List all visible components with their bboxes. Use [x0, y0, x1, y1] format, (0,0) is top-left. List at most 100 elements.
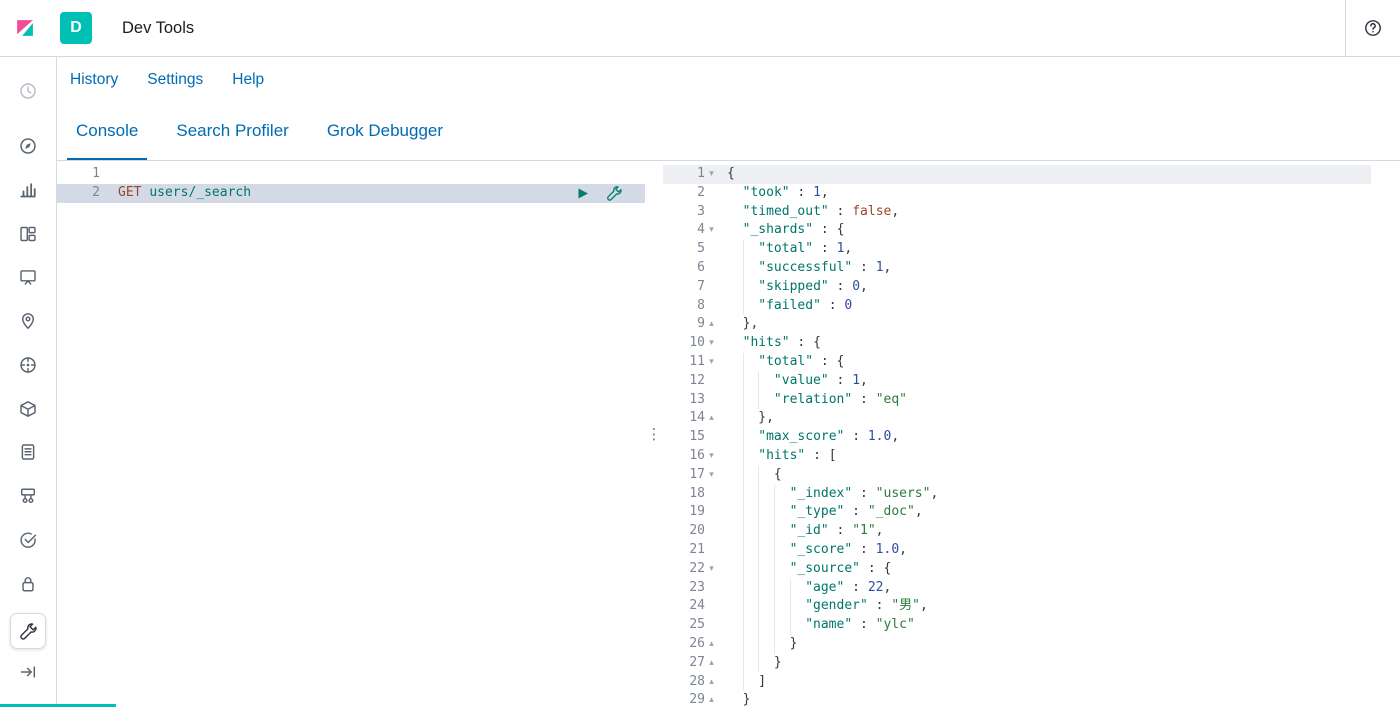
sidebar-item-uptime[interactable] — [12, 526, 44, 555]
discover-icon — [19, 137, 37, 155]
fold-toggle-icon[interactable]: ▾ — [705, 560, 718, 579]
sidebar-item-logs[interactable] — [12, 438, 44, 467]
send-request-button[interactable] — [574, 184, 592, 202]
sidebar-item-recently-viewed[interactable] — [12, 77, 44, 106]
sidebar-item-maps[interactable] — [12, 307, 44, 336]
response-line[interactable]: 9 ▴ }, — [663, 315, 1371, 334]
panel-resizer-handle[interactable]: ⋮ — [647, 425, 662, 443]
sidebar-item-dashboard[interactable] — [12, 219, 44, 248]
request-options-button[interactable] — [605, 184, 623, 202]
response-line[interactable]: 26 ▴ } — [663, 635, 1371, 654]
help-icon[interactable] — [1364, 19, 1382, 37]
sidebar-item-expand-nav[interactable] — [12, 656, 44, 688]
response-line-text: ] — [718, 673, 1371, 692]
response-line[interactable]: 15 "max_score" : 1.0, — [663, 428, 1371, 447]
line-number: 14 ▴ — [663, 409, 718, 428]
fold-toggle-icon — [705, 616, 718, 635]
app-sidebar — [0, 57, 57, 707]
line-number: 6 — [663, 259, 718, 278]
response-line[interactable]: 1 ▾ { — [663, 165, 1371, 184]
response-line-text: "relation" : "eq" — [718, 391, 1371, 410]
line-number: 22 ▾ — [663, 560, 718, 579]
response-line[interactable]: 2 "took" : 1, — [663, 184, 1371, 203]
response-line[interactable]: 10 ▾ "hits" : { — [663, 334, 1371, 353]
response-line[interactable]: 11 ▾ "total" : { — [663, 353, 1371, 372]
line-number: 20 — [663, 522, 718, 541]
devtools-main: History Settings Help Console Search Profil… — [57, 57, 1400, 707]
response-line[interactable]: 18 "_index" : "users", — [663, 485, 1371, 504]
fold-toggle-icon[interactable]: ▾ — [705, 165, 718, 184]
request-line[interactable]: 1 — [57, 165, 645, 184]
menu-item-settings[interactable]: Settings — [147, 71, 203, 89]
response-line[interactable]: 17 ▾ { — [663, 466, 1371, 485]
fold-toggle-icon[interactable]: ▾ — [705, 221, 718, 240]
fold-toggle-icon — [705, 297, 718, 316]
response-line[interactable]: 25 "name" : "ylc" — [663, 616, 1371, 635]
line-number: 3 — [663, 203, 718, 222]
response-line-text: "took" : 1, — [742, 184, 829, 200]
fold-toggle-icon — [705, 278, 718, 297]
kibana-logo-icon[interactable] — [16, 19, 34, 37]
request-line[interactable]: 2 GET users/_search — [57, 183, 645, 203]
response-line[interactable]: 5 "total" : 1, — [663, 240, 1371, 259]
sidebar-item-machine-learning[interactable] — [12, 351, 44, 380]
response-line[interactable]: 21 "_score" : 1.0, — [663, 541, 1371, 560]
sidebar-item-apm[interactable] — [12, 482, 44, 511]
sidebar-item-visualize[interactable] — [12, 176, 44, 205]
fold-toggle-icon[interactable]: ▴ — [705, 654, 718, 673]
response-line[interactable]: 20 "_id" : "1", — [663, 522, 1371, 541]
response-line[interactable]: 27 ▴ } — [663, 654, 1371, 673]
response-line[interactable]: 22 ▾ "_source" : { — [663, 560, 1371, 579]
menu-item-history[interactable]: History — [70, 71, 118, 89]
response-line[interactable]: 14 ▴ }, — [663, 409, 1371, 428]
response-line[interactable]: 6 "successful" : 1, — [663, 259, 1371, 278]
response-line-text: "_index" : "users", — [718, 485, 1371, 504]
space-badge[interactable]: D — [60, 12, 92, 44]
response-line-text: "failed" : 0 — [718, 297, 1371, 316]
fold-toggle-icon[interactable]: ▴ — [705, 673, 718, 692]
response-line[interactable]: 12 "value" : 1, — [663, 372, 1371, 391]
response-line-text: "age" : 22, — [718, 579, 1371, 598]
sidebar-item-dev-tools[interactable] — [10, 613, 46, 649]
sidebar-item-canvas[interactable] — [12, 263, 44, 292]
menu-item-help[interactable]: Help — [232, 71, 264, 89]
response-line[interactable]: 29 ▴ } — [663, 691, 1371, 707]
line-number: 15 — [663, 428, 718, 447]
response-line[interactable]: 23 "age" : 22, — [663, 579, 1371, 598]
fold-toggle-icon — [705, 428, 718, 447]
fold-toggle-icon — [705, 259, 718, 278]
fold-toggle-icon[interactable]: ▴ — [705, 409, 718, 428]
response-line[interactable]: 24 "gender" : "男", — [663, 597, 1371, 616]
request-editor[interactable]: 1 2 GET users/_search — [57, 161, 645, 707]
sidebar-item-discover[interactable] — [12, 132, 44, 161]
tab-console[interactable]: Console — [67, 103, 148, 160]
tab-grok-debugger[interactable]: Grok Debugger — [318, 103, 452, 160]
line-number: 8 — [663, 297, 718, 316]
response-line[interactable]: 3 "timed_out" : false, — [663, 203, 1371, 222]
fold-toggle-icon[interactable]: ▾ — [705, 466, 718, 485]
sidebar-item-siem[interactable] — [12, 569, 44, 598]
response-editor[interactable]: 1 ▾{2 "took" : 1, 3 "timed_out" : false, 4 ▾… — [663, 161, 1400, 707]
fold-toggle-icon[interactable]: ▴ — [705, 691, 718, 707]
fold-toggle-icon[interactable]: ▾ — [705, 353, 718, 372]
response-line[interactable]: 8 "failed" : 0 — [663, 297, 1371, 316]
fold-toggle-icon[interactable]: ▾ — [705, 447, 718, 466]
fold-toggle-icon — [705, 372, 718, 391]
line-number: 27 ▴ — [663, 654, 718, 673]
response-line[interactable]: 19 "_type" : "_doc", — [663, 503, 1371, 522]
response-line[interactable]: 7 "skipped" : 0, — [663, 278, 1371, 297]
canvas-icon — [19, 268, 37, 286]
response-line[interactable]: 16 ▾ "hits" : [ — [663, 447, 1371, 466]
fold-toggle-icon — [705, 485, 718, 504]
fold-toggle-icon — [705, 240, 718, 259]
apm-icon — [19, 487, 37, 505]
fold-toggle-icon[interactable]: ▾ — [705, 334, 718, 353]
response-line[interactable]: 4 ▾ "_shards" : { — [663, 221, 1371, 240]
response-line[interactable]: 13 "relation" : "eq" — [663, 391, 1371, 410]
sidebar-item-infrastructure[interactable] — [12, 394, 44, 423]
tab-search-profiler[interactable]: Search Profiler — [167, 103, 297, 160]
response-line[interactable]: 28 ▴ ] — [663, 673, 1371, 692]
fold-toggle-icon[interactable]: ▴ — [705, 315, 718, 334]
panel-gap: ⋮ — [645, 161, 663, 707]
fold-toggle-icon[interactable]: ▴ — [705, 635, 718, 654]
